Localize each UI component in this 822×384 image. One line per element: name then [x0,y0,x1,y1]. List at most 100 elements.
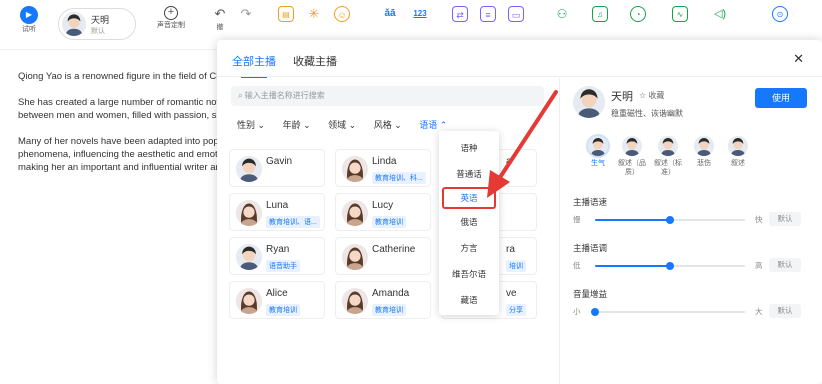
language-option-russian[interactable]: 俄语 [439,209,499,235]
emotion-label: 生气 [591,160,605,167]
play-label: 试听 [22,26,36,33]
close-icon[interactable]: ✕ [793,51,804,67]
speaker-icon: ◁) [713,8,727,20]
emotion-label: 叙述（品质） [618,160,646,176]
doc-paragraph-line: making her an important and influential … [18,162,221,173]
doc-tool-button[interactable]: ▤ [278,6,294,22]
use-button[interactable]: 使用 [755,88,807,108]
emotion-tool-button[interactable]: ☺ [334,6,350,22]
bgm-tool-button[interactable]: ♫ [592,6,608,22]
favorite-button[interactable]: ☆ 收藏 [639,90,664,101]
sparkle-icon: ✳ [308,6,320,21]
reset-default-button[interactable]: 默认 [769,304,801,318]
detail-name: 天明 [611,91,633,103]
anchor-name: Alice [266,288,288,299]
slider-knob[interactable] [591,308,599,316]
anchor-tabs: 全部主播 收藏主播 [232,53,351,78]
emotion-sad[interactable]: 悲伤 [689,136,719,168]
insert-tool-button[interactable]: ≡ [480,6,496,22]
language-option-mandarin[interactable]: 普通话 [439,161,499,187]
voice-name: 天明 [91,15,110,25]
anchor-card-linda[interactable]: Linda 教育培训、科... [335,149,431,187]
tab-all-anchors[interactable]: 全部主播 [232,53,276,78]
volume-tool-button[interactable]: ◁) [712,6,728,22]
voice-custom-label: 声音定制 [157,22,185,29]
language-dropdown: 语种 普通话 英语 俄语 方言 维吾尔语 藏语 [439,131,499,315]
search-input[interactable]: ⌕ 输入主播名称进行搜索 [231,86,544,106]
anchor-tag: 语音助手 [266,260,300,272]
ai-icon: ⊙ [772,6,788,22]
anchor-card-catherine[interactable]: Catherine [335,237,431,275]
anchor-name: a [506,156,512,167]
pinyin-button[interactable]: ǎā [378,6,402,22]
doc-paragraph-line: phenomena, influencing the aesthetic and… [18,149,220,160]
slider-title: 主播语调 [573,243,608,253]
slider-knob[interactable] [666,216,674,224]
search-placeholder: 输入主播名称进行搜索 [244,91,325,100]
document-body[interactable]: Qiong Yao is a renowned figure in the fi… [18,70,223,187]
pitch-slider[interactable] [595,262,745,270]
slider-high-label: 大 [755,307,763,316]
anchor-card-gavin[interactable]: Gavin [229,149,325,187]
avatar [694,136,714,156]
avatar [236,244,262,270]
filter-age[interactable]: 年龄 ⌄ [283,120,311,130]
volume-slider[interactable] [591,308,745,316]
anchor-name: ve [506,288,517,299]
language-option[interactable]: 语种 [439,135,499,161]
anchor-name: Amanda [372,288,410,299]
wave-icon: ∿ [672,6,688,22]
screen-tool-button[interactable]: ▭ [508,6,524,22]
speed-slider[interactable] [595,216,745,224]
language-option-dialect[interactable]: 方言 [439,235,499,261]
slider-knob[interactable] [666,262,674,270]
slider-title: 主播语速 [573,197,608,207]
emotion-narrate[interactable]: 叙述 [723,136,753,168]
voice-sub: 默认 [91,28,105,35]
detail-desc: 稳重磁性、诙谐幽默 [611,109,683,118]
screen-icon: ▭ [508,6,524,22]
avatar [236,156,262,182]
play-button[interactable]: ▶ 试听 [20,6,38,34]
reset-default-button[interactable]: 默认 [769,258,801,272]
avatar [658,136,678,156]
effect2-tool-button[interactable]: ∿ [672,6,688,22]
effect-tool-button[interactable]: ✳ [306,6,322,22]
avatar [728,136,748,156]
plus-icon: + [164,6,178,20]
anchor-card-ryan[interactable]: Ryan 语音助手 [229,237,325,275]
reset-default-button[interactable]: 默认 [769,212,801,226]
voice-custom-button[interactable]: + 声音定制 [157,6,185,30]
emotion-angry[interactable]: 生气 [583,136,613,168]
emotion-label: 叙述（标准） [654,160,682,176]
slider-fill [595,219,670,221]
role-tool-button[interactable]: ⚇ [554,6,570,22]
replace-tool-button[interactable]: ⇄ [452,6,468,22]
anchor-name: Lucy [372,200,394,211]
speed-tool-button[interactable]: ◔ [630,6,646,22]
tab-favorite-anchors[interactable]: 收藏主播 [293,53,337,69]
anchor-card-amanda[interactable]: Amanda 教育培训 [335,281,431,319]
language-option-english[interactable]: 英语 [442,187,496,209]
anchor-card-lucy[interactable]: Lucy 教育培训 [335,193,431,231]
anchor-name: Linda [372,156,397,167]
filter-style[interactable]: 风格 ⌄ [374,120,402,130]
filter-language[interactable]: 语语 ⌃ [419,120,447,130]
anchor-card-luna[interactable]: Luna 教育培训、语... [229,193,325,231]
voice-selector[interactable]: 天明 默认 [58,8,136,40]
number-button[interactable]: 123 [410,6,430,22]
emotion-label: 叙述 [731,160,745,167]
language-option-tibetan[interactable]: 藏语 [439,287,499,313]
slider-low-label: 小 [573,307,581,316]
avatar [573,86,605,118]
language-option-uyghur[interactable]: 维吾尔语 [439,261,499,287]
filter-gender[interactable]: 性别 ⌄ [237,120,265,130]
undo-button[interactable]: ↶ 撤 [212,6,228,32]
anchor-card-alice[interactable]: Alice 教育培训 [229,281,325,319]
filter-domain[interactable]: 领域 ⌄ [328,120,356,130]
ai-tool-button[interactable]: ⊙ [772,6,788,22]
redo-button[interactable]: ↷ [238,6,254,22]
emotion-narrate-standard[interactable]: 叙述（标准） [653,136,683,177]
slider-low-label: 低 [573,261,581,270]
emotion-narrate-quality[interactable]: 叙述（品质） [617,136,647,177]
